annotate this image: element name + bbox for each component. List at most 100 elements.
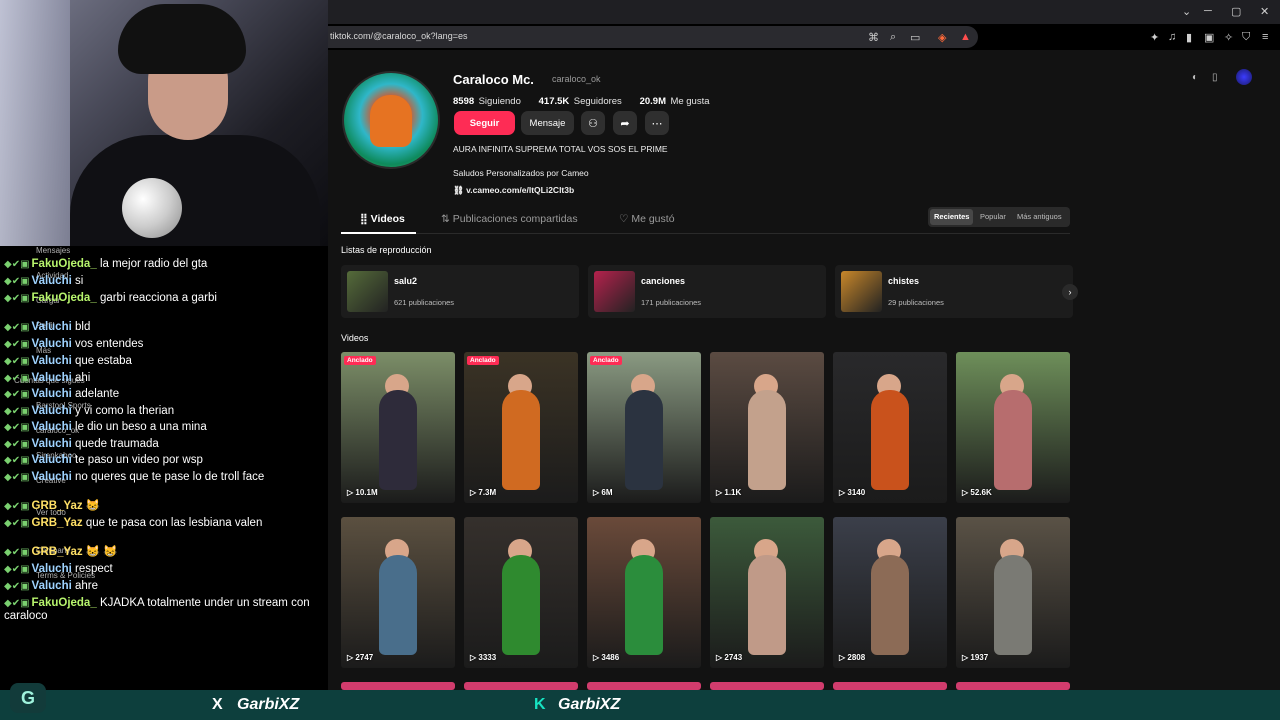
tab-liked[interactable]: ♡ Me gustó (619, 213, 675, 225)
video-views-count: 3333 (478, 653, 497, 662)
vpn-icon[interactable]: ⛉ (1242, 31, 1250, 44)
video-thumbnail-partial[interactable] (833, 682, 947, 690)
chat-text: te paso un video por wsp (75, 454, 203, 466)
chat-badge-icons: ◆✔▣ (4, 455, 30, 466)
main-menu-icon[interactable]: ≡ (1262, 31, 1268, 43)
video-thumbnail-partial[interactable] (710, 682, 824, 690)
pinned-badge: Anclado (344, 356, 376, 365)
add-friend-icon[interactable]: ⚇ (581, 111, 605, 135)
profile-bio: AURA INFINITA SUPREMA TOTAL VOS SOS EL P… (453, 144, 668, 154)
device-icon[interactable]: ▯ (1212, 72, 1218, 83)
chat-badge-icons: ◆✔▣ (4, 564, 30, 575)
video-views: ▷ 2743 (716, 653, 743, 662)
video-thumbnail[interactable]: ▷ 3486 (587, 517, 701, 668)
likes-label: Me gusta (670, 96, 710, 107)
video-thumbnail[interactable]: ▷ 3140 (833, 352, 947, 503)
video-thumbnail-partial[interactable] (341, 682, 455, 690)
video-views: ▷ 52.6K (962, 488, 992, 497)
follow-button[interactable]: Seguir (454, 111, 515, 135)
video-thumbnail[interactable]: ▷ 2743 (710, 517, 824, 668)
chat-username: GRB_Yaz (31, 517, 83, 529)
tab-shared-label[interactable]: Publicaciones compartidas (453, 213, 578, 225)
chat-message: ◆✔▣ GRB_Yaz 😸 (4, 500, 322, 513)
sidebar-icon[interactable]: ▮ (1186, 31, 1192, 44)
tab-shared[interactable]: ⇅ Publicaciones compartidas (441, 213, 578, 225)
following-count[interactable]: 8598 (453, 96, 474, 107)
brave-shield-icon[interactable]: ◈ (938, 31, 946, 44)
sort-oldest[interactable]: Más antiguos (1017, 212, 1062, 221)
tab-liked-label[interactable]: Me gustó (631, 213, 674, 225)
followers-count[interactable]: 417.5K (539, 96, 570, 107)
video-thumbnail-partial[interactable] (587, 682, 701, 690)
rewards-icon[interactable]: ▲ (960, 31, 971, 43)
sort-popular[interactable]: Popular (980, 212, 1006, 221)
chat-username: Valuchi (31, 321, 72, 333)
followers-label[interactable]: Seguidores (574, 96, 622, 107)
minimize-icon[interactable]: ─ (1204, 5, 1212, 17)
zoom-icon[interactable]: ⌕ (890, 31, 896, 44)
chat-text: que te pasa con las lesbiana valen (85, 517, 263, 529)
video-thumbnail[interactable]: ▷ 3333 (464, 517, 578, 668)
playlist-card[interactable]: salu2 621 publicaciones (341, 265, 579, 318)
chat-text: respect (75, 563, 113, 575)
browser-menu-icon[interactable]: ⌄ (1182, 5, 1191, 18)
extensions-icon[interactable]: ✦ (1150, 31, 1159, 44)
playlist-title[interactable]: chistes (888, 276, 919, 286)
following-label[interactable]: Siguiendo (479, 96, 521, 107)
address-url[interactable]: tiktok.com/@caraloco_ok?lang=es (330, 31, 467, 41)
video-thumbnail-partial[interactable] (464, 682, 578, 690)
leo-icon[interactable]: ✧ (1224, 31, 1233, 44)
dark-mode-icon[interactable]: ◐ (1192, 72, 1198, 83)
user-avatar[interactable] (1236, 69, 1252, 85)
video-person (379, 390, 417, 490)
maximize-icon[interactable]: ▢ (1231, 5, 1241, 18)
chat-message: ◆✔▣ Valuchi que estaba (4, 355, 322, 368)
message-button[interactable]: Mensaje (521, 111, 574, 135)
chat-message: ◆✔▣ Valuchi ahi (4, 372, 322, 385)
chat-badge-icons: ◆✔▣ (4, 339, 30, 350)
video-thumbnail[interactable]: ▷ 2747 (341, 517, 455, 668)
kick-handle: GarbiXZ (558, 696, 621, 713)
video-views: ▷ 7.3M (470, 488, 497, 497)
pinned-badge: Anclado (467, 356, 499, 365)
sort-recent[interactable]: Recientes (930, 209, 974, 225)
chat-username: Valuchi (31, 372, 72, 384)
playlist-card[interactable]: chistes 29 publicaciones (835, 265, 1073, 318)
playlist-card[interactable]: canciones 171 publicaciones (588, 265, 826, 318)
webcam-curtain (0, 0, 70, 246)
video-views: ▷ 3333 (470, 653, 497, 662)
playlist-title[interactable]: salu2 (394, 276, 417, 286)
profile-link-text[interactable]: v.cameo.com/e/ltQLi2Clt3b (466, 185, 574, 195)
chat-username: FakuOjeda_ (31, 597, 97, 609)
wallet-icon[interactable]: ▣ (1204, 31, 1214, 44)
video-thumbnail[interactable]: ▷ 52.6K (956, 352, 1070, 503)
profile-link[interactable]: ⛓ v.cameo.com/e/ltQLi2Clt3b (453, 185, 574, 196)
video-views-count: 3486 (601, 653, 620, 662)
video-thumbnail[interactable]: Anclado ▷ 10.1M (341, 352, 455, 503)
video-views: ▷ 3486 (593, 653, 620, 662)
close-icon[interactable]: ✕ (1260, 5, 1269, 18)
video-thumbnail[interactable]: ▷ 1937 (956, 517, 1070, 668)
chat-username: Valuchi (31, 421, 72, 433)
more-icon[interactable]: ⋯ (645, 111, 669, 135)
playlist-thumbnail (841, 271, 882, 312)
video-thumbnail[interactable]: ▷ 1.1K (710, 352, 824, 503)
video-thumbnail[interactable]: Anclado ▷ 7.3M (464, 352, 578, 503)
video-thumbnail[interactable]: Anclado ▷ 6M (587, 352, 701, 503)
tab-videos[interactable]: ⣿ Videos (360, 213, 405, 225)
translate-icon[interactable]: ⌘ (868, 31, 879, 44)
cast-icon[interactable]: ▭ (910, 31, 920, 44)
chevron-right-icon[interactable]: › (1062, 284, 1078, 300)
video-thumbnail-partial[interactable] (956, 682, 1070, 690)
tab-videos-label[interactable]: Videos (371, 213, 405, 225)
chat-badge-icons: ◆✔▣ (4, 518, 30, 529)
playlist-title[interactable]: canciones (641, 276, 685, 286)
chat-badge-icons: ◆✔▣ (4, 373, 30, 384)
share-icon[interactable]: ➦ (613, 111, 637, 135)
media-icon[interactable]: ♫ (1168, 31, 1176, 43)
video-views-count: 2808 (847, 653, 866, 662)
garbi-logo-icon: G (10, 683, 46, 713)
chat-username: FakuOjeda_ (31, 258, 97, 270)
webcam-person-body (70, 135, 320, 246)
video-thumbnail[interactable]: ▷ 2808 (833, 517, 947, 668)
